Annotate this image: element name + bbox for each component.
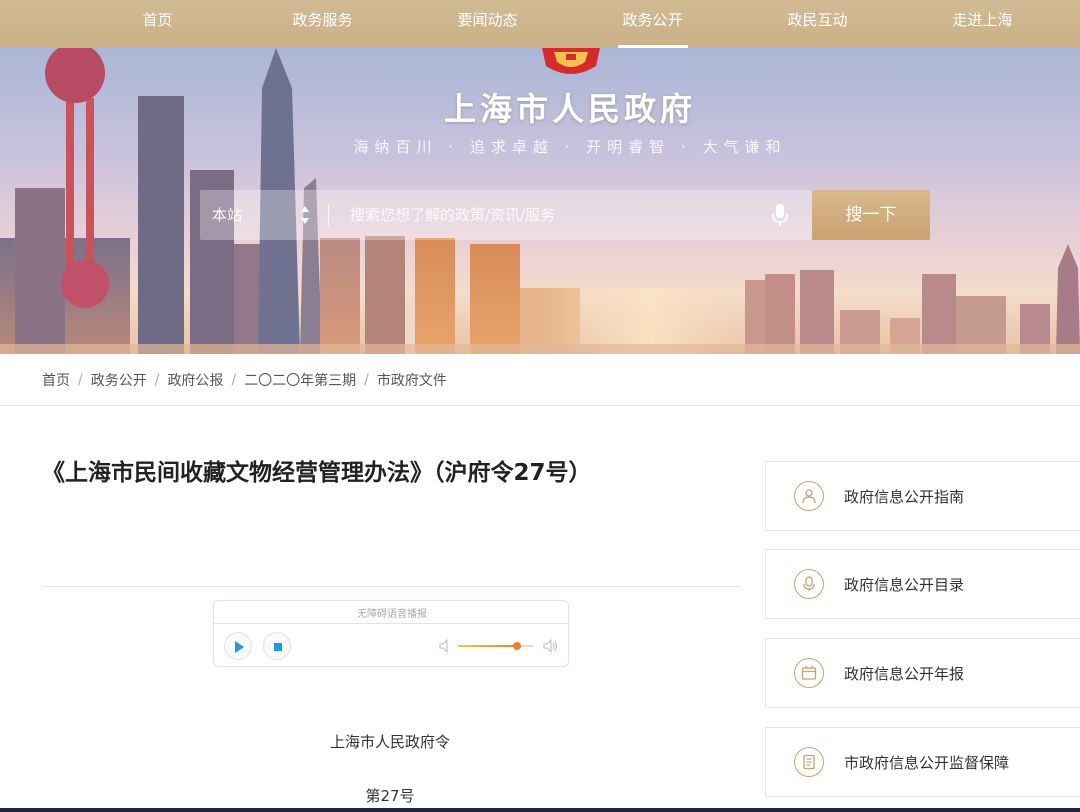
header-banner: 上海市人民政府 海纳百川 · 追求卓越 · 开明睿智 · 大气谦和 本站 搜一下 bbox=[0, 48, 1080, 354]
sidebar-item-label: 市政府信息公开监督保障 bbox=[844, 753, 1010, 772]
microphone-icon[interactable] bbox=[772, 203, 788, 227]
breadcrumb-current[interactable]: 市政府文件 bbox=[377, 370, 447, 390]
stop-icon bbox=[274, 643, 282, 651]
calendar-icon bbox=[794, 658, 824, 688]
breadcrumb-home[interactable]: 首页 bbox=[42, 370, 70, 390]
person-icon bbox=[794, 481, 824, 511]
stop-button[interactable] bbox=[263, 632, 291, 660]
article-divider bbox=[42, 586, 740, 587]
search-bar: 本站 bbox=[200, 190, 812, 240]
sidebar-item-annual-report[interactable]: 政府信息公开年报 bbox=[765, 638, 1080, 708]
nav-item-about-shanghai[interactable]: 走进上海 bbox=[900, 0, 1065, 48]
sort-arrows-icon[interactable] bbox=[300, 204, 310, 226]
play-icon bbox=[235, 641, 244, 653]
sidebar-item-label: 政府信息公开指南 bbox=[844, 487, 965, 506]
nav-item-gov-services[interactable]: 政务服务 bbox=[240, 0, 405, 48]
document-icon bbox=[794, 747, 824, 777]
player-divider bbox=[214, 623, 568, 624]
breadcrumb-separator: / bbox=[231, 372, 237, 388]
site-slogan: 海纳百川 · 追求卓越 · 开明睿智 · 大气谦和 bbox=[353, 138, 787, 156]
volume-fill bbox=[458, 645, 517, 647]
breadcrumb-divider bbox=[0, 405, 1080, 406]
breadcrumb-issue[interactable]: 二〇二〇年第三期 bbox=[244, 370, 356, 390]
breadcrumb: 首页 / 政务公开 / 政府公报 / 二〇二〇年第三期 / 市政府文件 bbox=[42, 354, 447, 406]
article-title: 《上海市民间收藏文物经营管理办法》（沪府令27号） bbox=[42, 460, 592, 486]
audio-player: 无障碍语音播报 bbox=[213, 600, 569, 667]
site-title: 上海市人民政府 bbox=[443, 90, 696, 128]
play-button[interactable] bbox=[224, 632, 252, 660]
search-input[interactable] bbox=[350, 190, 750, 240]
volume-knob[interactable] bbox=[512, 642, 521, 650]
breadcrumb-separator: / bbox=[78, 372, 83, 388]
player-label: 无障碍语音播报 bbox=[357, 609, 427, 620]
sidebar-item-label: 政府信息公开目录 bbox=[844, 575, 965, 594]
sidebar-item-label: 政府信息公开年报 bbox=[844, 664, 965, 683]
search-button[interactable]: 搜一下 bbox=[812, 190, 930, 240]
breadcrumb-separator: / bbox=[364, 372, 369, 388]
sidebar-item-disclosure-guide[interactable]: 政府信息公开指南 bbox=[765, 461, 1080, 531]
nav-item-gov-openness[interactable]: 政务公开 bbox=[570, 0, 735, 48]
sidebar-item-supervision[interactable]: 市政府信息公开监督保障 bbox=[765, 727, 1080, 797]
breadcrumb-gov-openness[interactable]: 政务公开 bbox=[91, 370, 147, 390]
document-issuer: 上海市人民政府令 bbox=[329, 733, 450, 751]
window-bottom-edge bbox=[0, 808, 1080, 812]
volume-slider[interactable] bbox=[458, 642, 533, 650]
breadcrumb-gov-gazette[interactable]: 政府公报 bbox=[167, 370, 223, 390]
top-nav: 首页 政务服务 要闻动态 政务公开 政民互动 走进上海 bbox=[0, 0, 1080, 48]
national-emblem-icon bbox=[542, 48, 600, 74]
breadcrumb-separator: / bbox=[154, 372, 160, 388]
microphone-icon bbox=[794, 569, 824, 599]
search-divider bbox=[328, 204, 329, 226]
nav-item-news[interactable]: 要闻动态 bbox=[405, 0, 570, 48]
volume-high-icon bbox=[543, 639, 557, 653]
volume-low-icon bbox=[439, 639, 448, 653]
nav-item-interaction[interactable]: 政民互动 bbox=[735, 0, 900, 48]
nav-item-home[interactable]: 首页 bbox=[75, 0, 240, 48]
sidebar-item-disclosure-catalog[interactable]: 政府信息公开目录 bbox=[765, 549, 1080, 619]
search-scope-select[interactable]: 本站 bbox=[212, 190, 242, 240]
document-number: 第27号 bbox=[365, 787, 415, 805]
